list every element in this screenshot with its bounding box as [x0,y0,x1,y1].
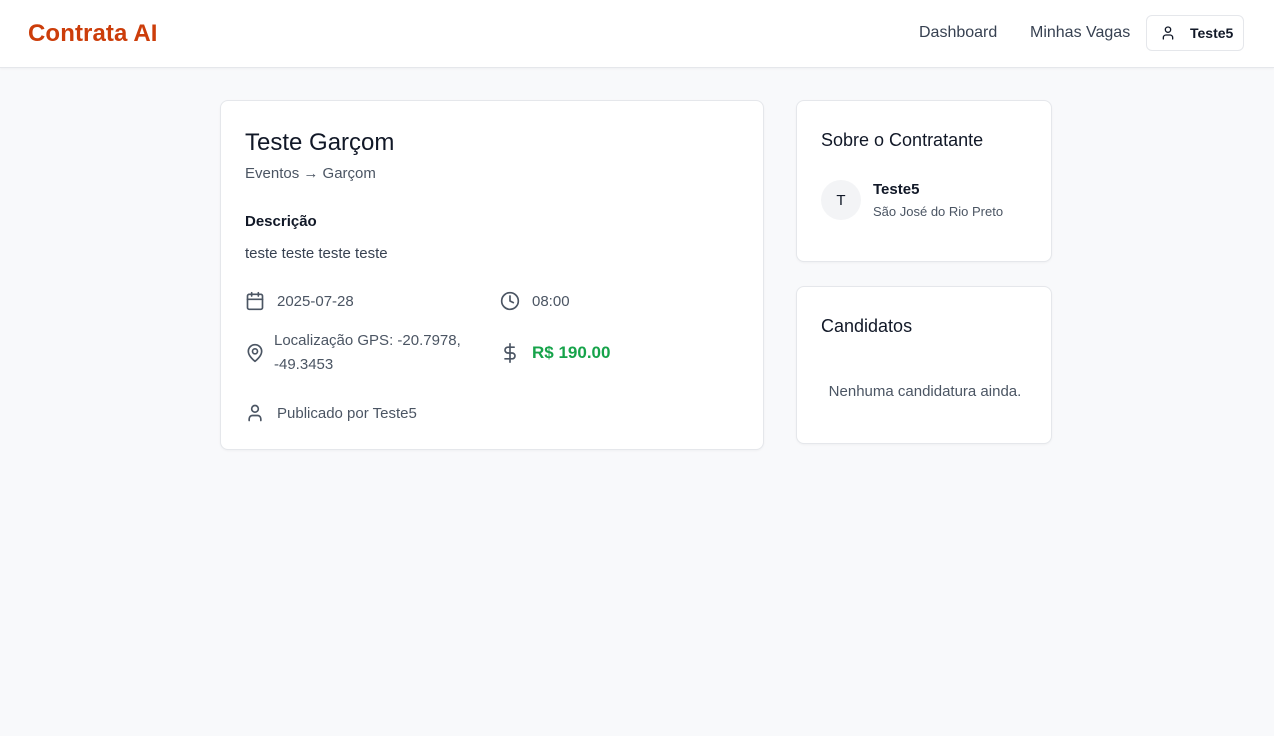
job-time-value: 08:00 [532,292,570,310]
candidates-card: Candidatos Nenhuma candidatura ainda. [796,286,1052,444]
job-time: 08:00 [500,291,570,311]
candidates-empty-message: Nenhuma candidatura ainda. [828,383,1022,400]
brand-logo[interactable]: Contrata AI [28,20,158,48]
job-title: Teste Garçom [245,129,395,156]
map-pin-icon [245,343,265,363]
owner-card: Sobre o Contratante T Teste5 São José do… [796,100,1052,262]
job-category-path: Eventos → Garçom [245,165,376,182]
avatar: T [821,180,861,220]
job-description: teste teste teste teste [245,245,388,262]
dollar-icon [500,343,520,363]
owner-card-title: Sobre o Contratante [821,130,984,150]
description-label: Descrição [245,213,317,230]
job-price: R$ 190.00 [500,343,610,363]
nav-minhas-vagas-link[interactable]: Minhas Vagas [1030,24,1130,42]
owner-name: Teste5 [873,181,920,198]
top-navbar: Contrata AI Dashboard Minhas Vagas Teste… [0,0,1274,68]
job-details-card: Teste Garçom Eventos → Garçom Descrição … [220,100,764,450]
clock-icon [500,291,520,311]
job-date: 2025-07-28 [245,291,354,311]
nav-dashboard-link[interactable]: Dashboard [919,24,997,42]
job-author-value: Publicado por Teste5 [277,404,417,422]
owner-city: São José do Rio Preto [873,204,1004,219]
job-location: Localização GPS: -20.7978, -49.3453 [245,329,474,377]
job-author: Publicado por Teste5 [245,403,417,423]
user-icon [245,403,265,423]
user-menu-button[interactable]: Teste5 [1146,15,1244,51]
job-price-value: R$ 190.00 [532,343,611,362]
job-date-value: 2025-07-28 [277,292,354,310]
calendar-icon [245,291,265,311]
job-location-value: Localização GPS: -20.7978, -49.3453 [274,332,461,373]
user-name: Teste5 [1190,25,1234,41]
user-icon [1160,25,1176,41]
candidates-card-title: Candidatos [821,316,913,336]
